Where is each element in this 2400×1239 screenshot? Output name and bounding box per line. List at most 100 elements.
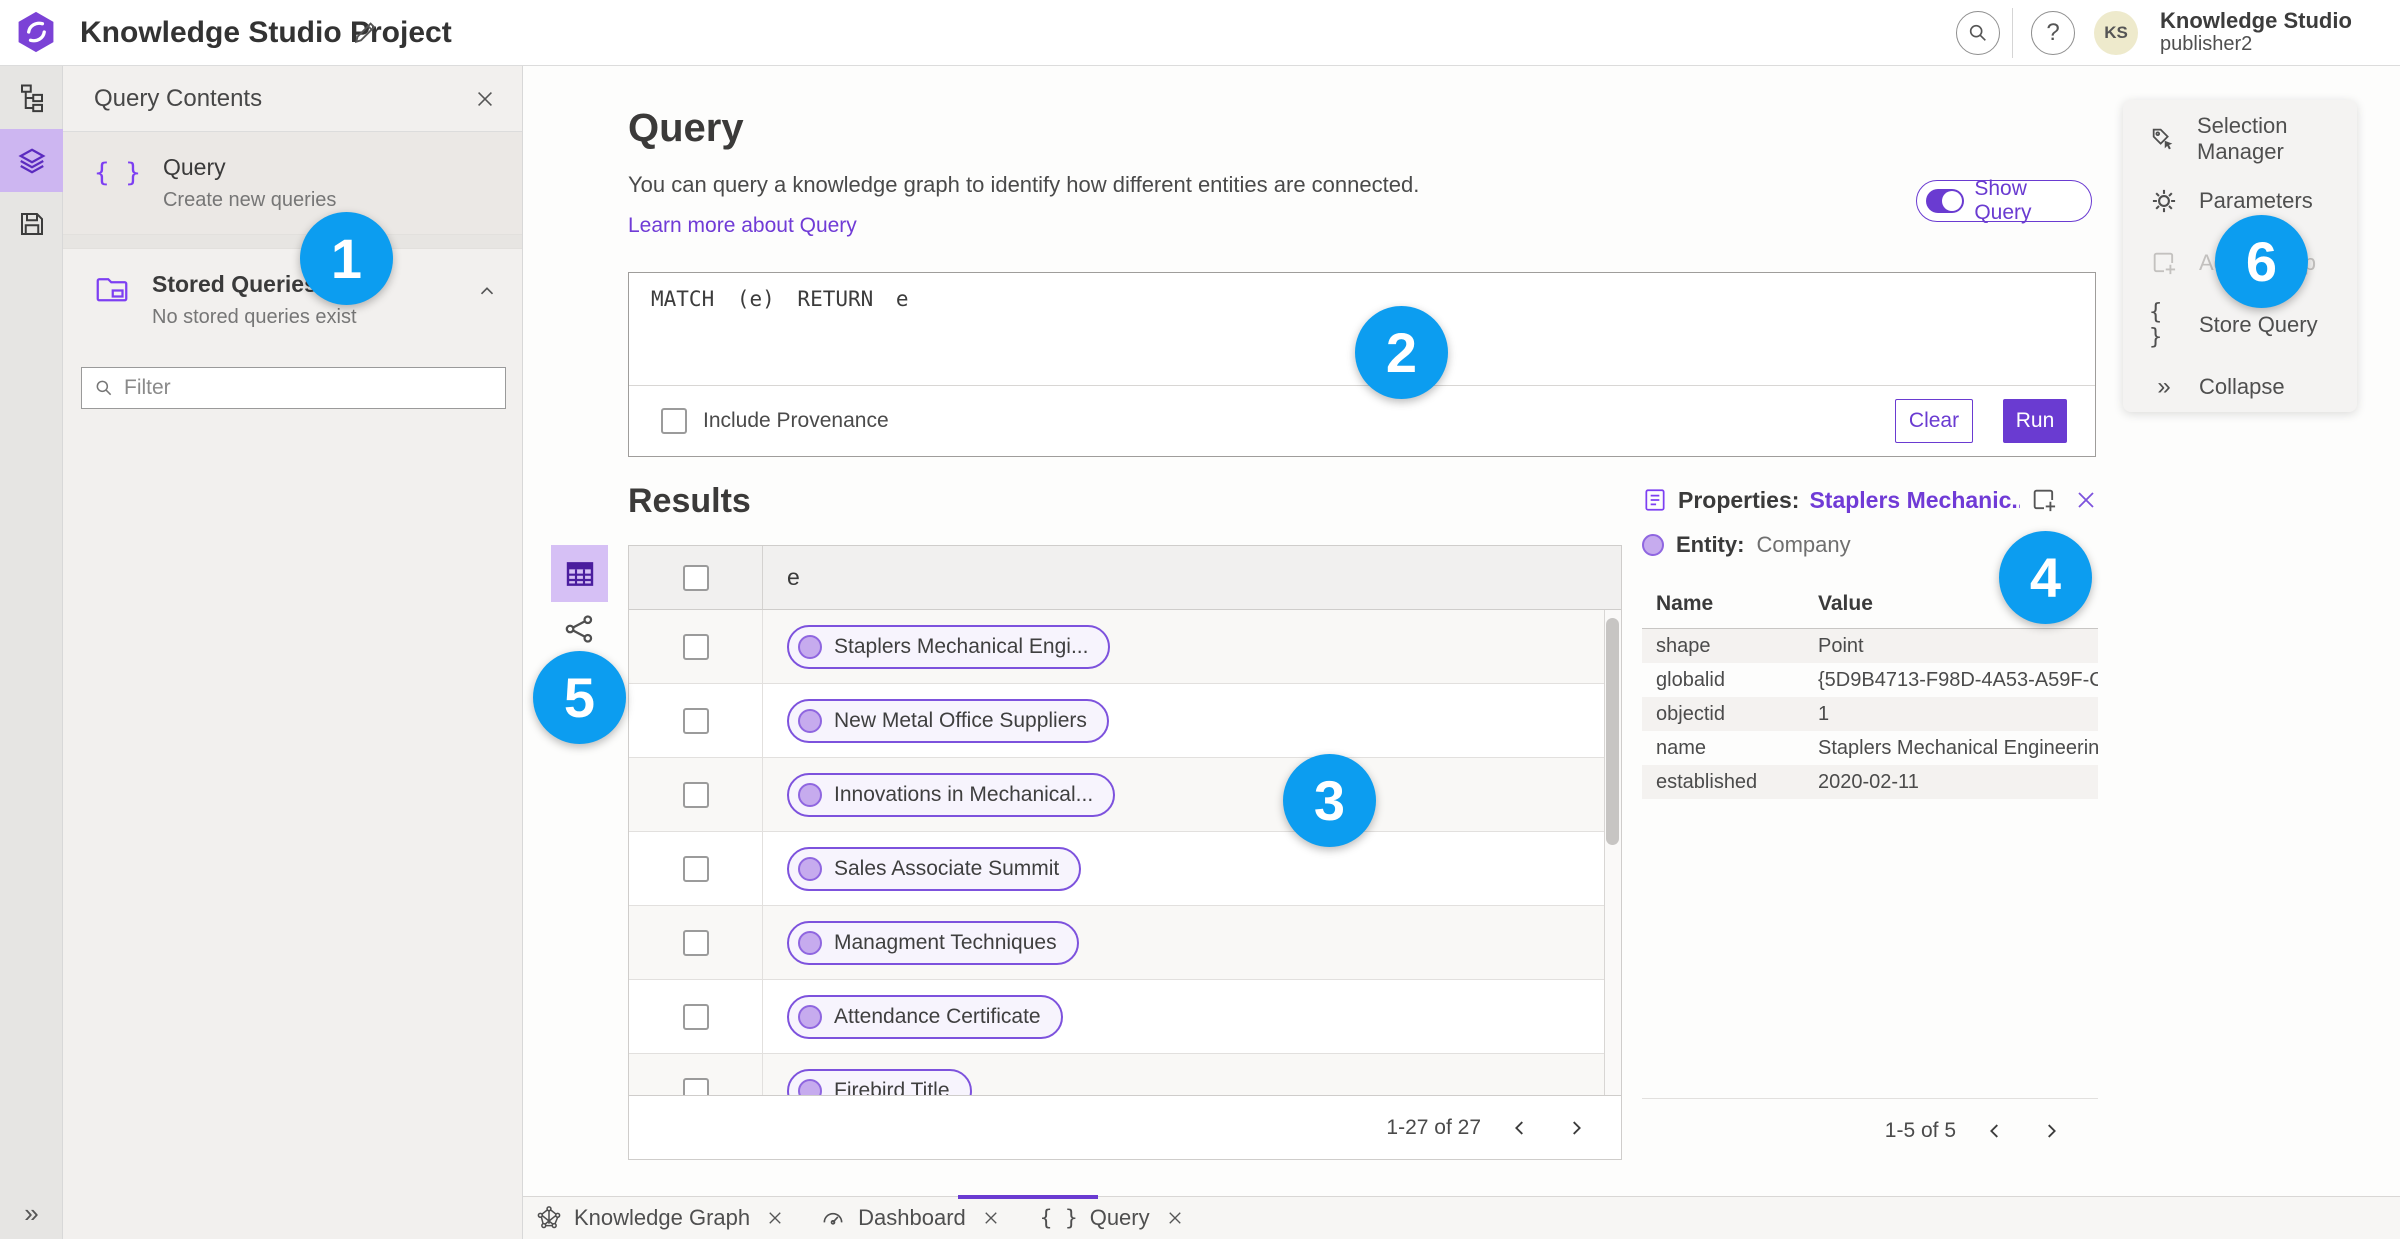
query-text-input[interactable]: MATCH (e) RETURN e [651, 287, 909, 311]
tab-query-active[interactable]: { } Query [1040, 1197, 1184, 1239]
layers-icon [17, 147, 46, 174]
callout-2: 2 [1355, 306, 1448, 399]
user-avatar[interactable]: KS [2094, 11, 2138, 55]
edit-title-pencil-icon[interactable] [350, 18, 380, 48]
table-row: Attendance Certificate [629, 980, 1621, 1054]
entity-pill[interactable]: New Metal Office Suppliers [787, 698, 1109, 743]
entity-pill[interactable]: Innovations in Mechanical... [787, 772, 1116, 817]
help-button[interactable]: ? [2031, 11, 2075, 55]
properties-pagination-text: 1-5 of 5 [1884, 1118, 1956, 1142]
properties-pagination: 1-5 of 5 [1642, 1098, 2098, 1162]
include-provenance-label: Include Provenance [703, 409, 889, 432]
properties-table: Name Value shape Point globalid {5D9B4713-… [1642, 592, 2098, 799]
entity-pill[interactable]: Firebird Title [787, 1068, 972, 1095]
close-tab-icon[interactable] [766, 1209, 784, 1227]
results-pagination-text: 1-27 of 27 [1386, 1115, 1481, 1139]
left-icon-rail: » [0, 66, 63, 1239]
table-row: Firebird Title [629, 1054, 1621, 1095]
column-header-e: e [762, 546, 1621, 609]
menu-item-store-query[interactable]: { } Store Query [2123, 294, 2357, 356]
row-checkbox[interactable] [682, 781, 709, 808]
run-button[interactable]: Run [2003, 399, 2067, 443]
results-scrollbar-thumb[interactable] [1606, 618, 1619, 845]
entity-pill[interactable]: Attendance Certificate [787, 994, 1063, 1039]
close-properties-icon[interactable] [2074, 488, 2098, 512]
entity-pill[interactable]: Staplers Mechanical Engi... [787, 624, 1111, 669]
results-next-page-chevron-icon[interactable] [1559, 1111, 1593, 1145]
tab-dashboard[interactable]: Dashboard [820, 1197, 1000, 1239]
entity-pill[interactable]: Managment Techniques [787, 920, 1079, 965]
query-item-label: Query [162, 154, 226, 180]
results-title: Results [628, 482, 751, 520]
callout-1: 1 [300, 212, 393, 305]
entity-pill[interactable]: Sales Associate Summit [787, 846, 1082, 891]
tab-knowledge-graph[interactable]: Knowledge Graph [536, 1197, 784, 1239]
properties-entity-link[interactable]: Staplers Mechanic... [1809, 487, 2020, 514]
contents-item-query[interactable]: { } Query Create new queries [63, 132, 522, 235]
link-chart-icon [565, 615, 593, 643]
contents-item-stored-queries[interactable]: Stored Queries No stored queries exist [63, 249, 522, 351]
filter-search-icon [96, 380, 112, 396]
selection-manager-tag-icon [2149, 125, 2177, 153]
stored-queries-description: No stored queries exist [152, 306, 357, 328]
menu-item-selection-manager[interactable]: Selection Manager [2123, 108, 2357, 170]
row-checkbox[interactable] [682, 929, 709, 956]
property-row: globalid{5D9B4713-F98D-4A53-A59F-C11... [1656, 668, 2098, 691]
query-contents-panel: Query Contents { } Query Create new quer… [63, 66, 523, 1239]
table-icon [566, 561, 593, 586]
query-description: You can query a knowledge graph to ident… [628, 172, 1420, 197]
clear-button[interactable]: Clear [1895, 399, 1973, 443]
show-query-label: Show Query [1974, 177, 2032, 224]
topbar-divider [2012, 8, 2013, 58]
top-bar: Knowledge Studio Project ? KS Knowledge … [0, 0, 2400, 66]
select-all-checkbox[interactable] [682, 564, 709, 591]
user-info[interactable]: Knowledge Studio publisher2 [2160, 8, 2352, 56]
rail-item-schema[interactable] [0, 66, 63, 129]
properties-col-name: Name [1656, 592, 1714, 615]
table-view-button[interactable] [551, 545, 608, 602]
rail-item-layers-active[interactable] [0, 129, 63, 192]
braces-icon: { } [1039, 1206, 1078, 1230]
menu-item-collapse[interactable]: » Collapse [2123, 356, 2357, 418]
property-row: shape Point [1642, 629, 2098, 663]
toggle-switch-on [1926, 189, 1965, 213]
user-app-name: Knowledge Studio [2160, 8, 2352, 33]
link-chart-view-button[interactable] [563, 612, 597, 646]
row-checkbox[interactable] [682, 1077, 709, 1095]
rail-item-save[interactable] [0, 192, 63, 255]
show-query-toggle[interactable]: Show Query [1916, 177, 2092, 224]
collapse-section-caret-icon[interactable] [476, 281, 498, 303]
search-button[interactable] [1956, 11, 2000, 55]
row-checkbox[interactable] [682, 707, 709, 734]
entity-dot-icon [798, 634, 822, 659]
properties-prev-page-chevron-icon[interactable] [1978, 1114, 2012, 1148]
close-contents-panel-icon[interactable] [474, 88, 496, 110]
dashboard-gauge-icon [823, 1212, 843, 1225]
properties-doc-icon [1645, 489, 1665, 511]
row-checkbox[interactable] [682, 855, 709, 882]
filter-input[interactable] [124, 376, 493, 400]
user-username: publisher2 [2160, 33, 2253, 56]
callout-4: 4 [1999, 531, 2092, 624]
schema-tree-icon [20, 84, 43, 112]
callout-6: 6 [2215, 215, 2308, 308]
results-prev-page-chevron-icon[interactable] [1503, 1111, 1537, 1145]
close-tab-icon[interactable] [1166, 1209, 1184, 1227]
project-title: Knowledge Studio Project [80, 16, 452, 49]
results-pagination: 1-27 of 27 [628, 1096, 1622, 1160]
braces-icon: { } [94, 158, 141, 188]
table-row: New Metal Office Suppliers [629, 684, 1621, 758]
entity-dot-icon [798, 1004, 822, 1029]
close-tab-icon[interactable] [982, 1209, 1000, 1227]
expand-rail-chevrons-icon[interactable]: » [0, 1198, 63, 1229]
entity-dot-icon [798, 930, 822, 955]
row-checkbox[interactable] [682, 633, 709, 660]
include-provenance-checkbox[interactable] [661, 408, 687, 434]
entity-label: Entity: [1676, 532, 1745, 557]
row-checkbox[interactable] [682, 1003, 709, 1030]
learn-more-link[interactable]: Learn more about Query [628, 214, 857, 238]
bottom-tab-bar: Knowledge Graph Dashboard { } Query [523, 1196, 2400, 1239]
callout-5: 5 [533, 651, 626, 744]
add-to-new-icon[interactable] [2030, 486, 2058, 514]
properties-next-page-chevron-icon[interactable] [2034, 1114, 2068, 1148]
